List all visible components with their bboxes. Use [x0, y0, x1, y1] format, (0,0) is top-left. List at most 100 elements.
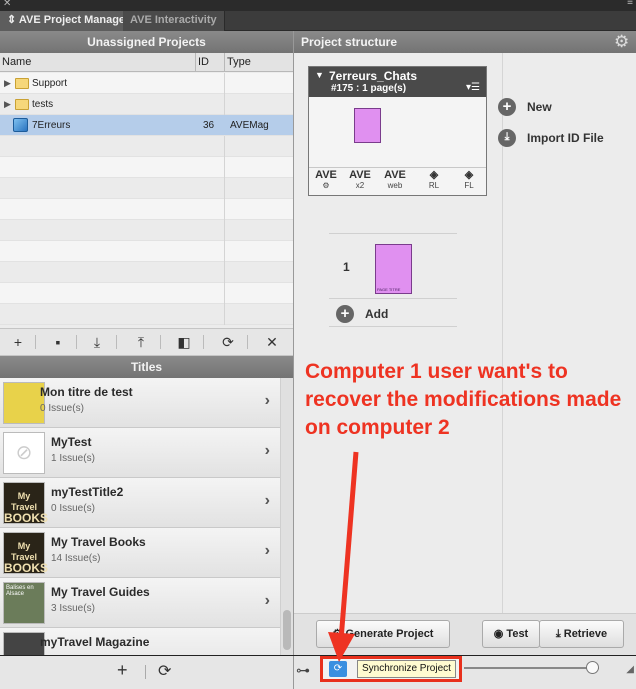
import-icon[interactable]: ⤓: [84, 332, 110, 352]
test-button[interactable]: ◉ Test: [482, 620, 540, 648]
reflow-rl-icon[interactable]: ◈ RL: [420, 170, 448, 191]
action-buttons: ⚙ Generate Project ◉ Test ⤓ Retrieve: [294, 613, 636, 655]
table-row[interactable]: ▶ Support: [0, 73, 293, 94]
spread-menu-icon[interactable]: ▾☰: [466, 82, 480, 93]
row-id: 36: [203, 120, 215, 131]
column-type[interactable]: Type: [225, 53, 293, 72]
issue-count: 14 Issue(s): [51, 553, 101, 564]
unassigned-projects-header: Unassigned Projects: [0, 31, 293, 53]
fixed-fl-icon[interactable]: ◈ FL: [455, 170, 483, 191]
import-id-file-label[interactable]: Import ID File: [527, 131, 604, 145]
chevron-right-icon[interactable]: ›: [265, 492, 270, 510]
ave-settings-icon[interactable]: AVE ⚙: [312, 170, 340, 191]
spread-card[interactable]: ▼ 7erreurs_Chats #175 : 1 page(s) ▾☰ AVE…: [308, 66, 487, 196]
refresh-icon[interactable]: ⟳: [215, 332, 241, 352]
chevron-right-icon[interactable]: ›: [265, 392, 270, 410]
spread-page-thumbnail[interactable]: [354, 108, 381, 143]
folder-icon: [15, 99, 29, 110]
retrieve-button[interactable]: ⤓ Retrieve: [539, 620, 624, 648]
title-name: Mon titre de test: [40, 385, 133, 399]
list-item[interactable]: ⊘ MyTest 1 Issue(s) ›: [0, 428, 280, 478]
title-thumbnail: My Travel BOOKS: [3, 482, 48, 524]
tab-ave-project-manager[interactable]: ⇕ AVE Project Manager: [0, 11, 138, 31]
titles-header: Titles: [0, 356, 293, 378]
list-item[interactable]: Mon titre de test 0 Issue(s) ›: [0, 378, 280, 428]
title-thumbnail: [3, 632, 45, 655]
add-icon[interactable]: +: [5, 332, 31, 352]
spread-pages: #175 : 1 page(s): [331, 83, 407, 94]
spread-header: ▼ 7erreurs_Chats #175 : 1 page(s) ▾☰: [309, 67, 486, 97]
list-item[interactable]: My Travel BOOKS myTestTitle2 0 Issue(s) ›: [0, 478, 280, 528]
new-icon[interactable]: +: [498, 98, 516, 116]
eye-icon: ◉: [493, 628, 504, 640]
ave-web-icon[interactable]: AVE web: [381, 170, 409, 191]
ave-x2-icon[interactable]: AVE x2: [346, 170, 374, 191]
column-id[interactable]: ID: [196, 53, 225, 72]
slider-knob[interactable]: [586, 661, 600, 674]
add-page-icon[interactable]: +: [336, 305, 354, 323]
column-name[interactable]: Name: [0, 53, 196, 72]
link-icon[interactable]: ⊶: [296, 662, 310, 679]
chevron-right-icon[interactable]: ›: [265, 442, 270, 460]
chevron-right-icon[interactable]: ›: [265, 542, 270, 560]
import-id-file-icon[interactable]: ⤓: [498, 129, 516, 147]
table-row[interactable]: 7Erreurs 36 AVEMag: [0, 115, 293, 136]
title-thumbnail: My Travel BOOKS: [3, 532, 48, 574]
expand-triangle-icon[interactable]: ▶: [4, 73, 11, 94]
refresh-titles-icon[interactable]: ⟳: [158, 661, 171, 681]
spread-name: 7erreurs_Chats: [329, 69, 418, 83]
issue-count: 0 Issue(s): [40, 403, 84, 414]
title-name: myTestTitle2: [51, 485, 124, 499]
add-title-icon[interactable]: +: [117, 660, 128, 681]
slider-track[interactable]: [464, 667, 599, 669]
page-row[interactable]: 1 PAGE TITRE: [329, 233, 457, 299]
project-structure-header: Project structure: [294, 31, 636, 53]
tab-label: AVE Interactivity: [130, 14, 217, 26]
sync-highlight: ⟳ Synchronize Project: [320, 656, 462, 682]
row-type: AVEMag: [230, 120, 269, 131]
table-row[interactable]: ▶ tests: [0, 94, 293, 115]
new-folder-icon[interactable]: ▪: [45, 332, 71, 352]
title-name: My Travel Guides: [51, 585, 150, 599]
project-toolbar: + ▪ ⤓ ⤒ ◧ ⟳ ✕: [0, 328, 293, 356]
sync-bar: ⊶ ⟳ Synchronize Project ◢: [293, 656, 636, 689]
issue-count: 0 Issue(s): [51, 503, 95, 514]
tab-label: AVE Project Manager: [18, 14, 130, 26]
add-page-row[interactable]: + Add: [329, 301, 457, 327]
page-number: 1: [343, 260, 350, 274]
row-name: tests: [32, 99, 54, 110]
delete-icon[interactable]: ✕: [259, 332, 285, 352]
collapse-triangle-icon[interactable]: ▼: [315, 70, 324, 80]
gear-icon[interactable]: ⚙: [614, 33, 632, 51]
close-icon[interactable]: ✕: [3, 0, 11, 9]
sync-folder-icon[interactable]: ⟳: [329, 661, 347, 677]
tab-ave-interactivity[interactable]: AVE Interactivity: [123, 11, 225, 31]
list-item[interactable]: Balises en Alsace My Travel Guides 3 Iss…: [0, 578, 280, 628]
annotation-text: Computer 1 user want's to recover the mo…: [305, 360, 622, 439]
duplicate-icon[interactable]: ◧: [171, 332, 197, 352]
row-name: 7Erreurs: [32, 120, 71, 131]
no-image-icon: ⊘: [3, 432, 45, 474]
expand-triangle-icon[interactable]: ▶: [4, 94, 11, 115]
new-label[interactable]: New: [527, 100, 552, 114]
generate-project-button[interactable]: ⚙ Generate Project: [316, 620, 450, 648]
project-cube-icon: [13, 118, 28, 132]
titles-scrollbar[interactable]: [280, 378, 293, 655]
page-thumbnail[interactable]: PAGE TITRE: [375, 244, 412, 294]
title-name: My Travel Books: [51, 535, 146, 549]
list-item[interactable]: My Travel BOOKS My Travel Books 14 Issue(…: [0, 528, 280, 578]
title-thumbnail: Balises en Alsace: [3, 582, 45, 624]
chevron-right-icon[interactable]: ›: [265, 592, 270, 610]
resize-grip-icon[interactable]: ◢: [626, 664, 634, 675]
project-table: ▶ Support ▶ tests 7Erreurs 36 AVEMag: [0, 73, 293, 328]
sync-tooltip: Synchronize Project: [357, 660, 456, 678]
title-thumbnail: [3, 382, 45, 424]
right-panel: Project structure ⚙ ▼ 7erreurs_Chats #17…: [293, 31, 636, 655]
panel-menu-icon[interactable]: ≡: [627, 0, 633, 8]
tab-bar: ⇕ AVE Project Manager AVE Interactivity: [0, 11, 636, 31]
project-table-header: Name ID Type: [0, 53, 293, 72]
scrollbar-thumb[interactable]: [283, 610, 291, 650]
issue-count: 1 Issue(s): [51, 453, 95, 464]
export-icon[interactable]: ⤒: [128, 332, 154, 352]
list-item[interactable]: myTravel Magazine: [0, 628, 280, 655]
